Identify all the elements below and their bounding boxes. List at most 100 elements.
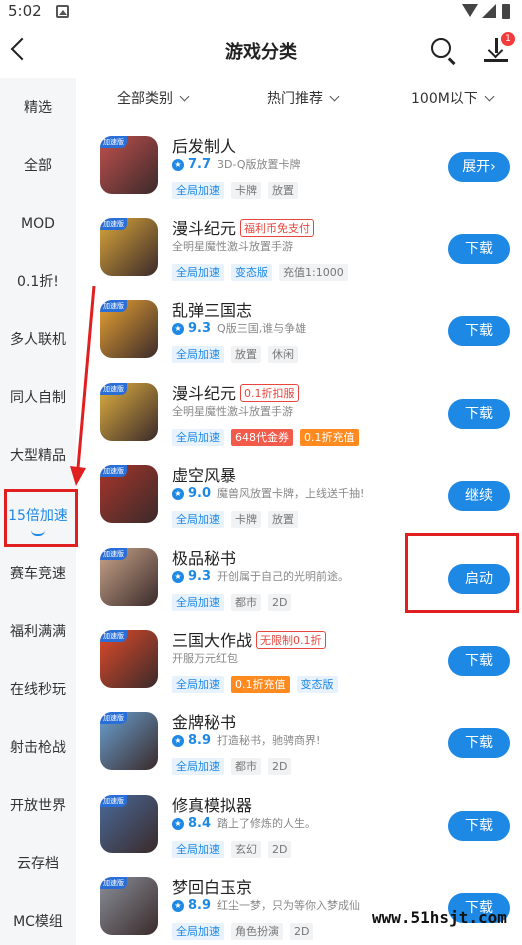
search-icon[interactable] — [431, 38, 451, 58]
game-tag: 全局加速 — [172, 676, 224, 693]
game-icon[interactable]: 加速版 — [100, 877, 158, 935]
sidebar-item[interactable]: 福利满满 — [0, 612, 76, 652]
game-tag: 放置 — [268, 182, 298, 199]
game-description: 开服万元红包 — [172, 652, 238, 665]
game-row[interactable]: 加速版 三国大作战 无限制0.1折 开服万元红包 全局加速 0.1折充值 变态版 下载 — [76, 630, 522, 712]
sidebar-item[interactable]: 在线秒玩 — [0, 670, 76, 710]
game-action-button[interactable]: 下载 — [448, 234, 510, 264]
star-icon: ★ — [172, 323, 184, 335]
game-action-button[interactable]: 下载 — [448, 728, 510, 758]
game-tag: 0.1折充值 — [231, 676, 290, 693]
game-tag: 全局加速 — [172, 346, 224, 363]
game-meta: ★ 7.7 3D-Q版放置卡牌 — [172, 156, 301, 172]
game-tag: 卡牌 — [231, 182, 261, 199]
game-row[interactable]: 加速版 极品秘书 ★ 9.3 开创属于自己的光明前途。 全局加速 都市 2D 启动 — [76, 548, 522, 630]
sidebar-item[interactable]: MOD — [0, 204, 76, 244]
game-action-button[interactable]: 下载 — [448, 811, 510, 841]
speed-version-label: 加速版 — [100, 465, 127, 477]
star-icon: ★ — [172, 818, 184, 830]
game-tag: 充值1:1000 — [279, 264, 348, 281]
game-name: 极品秘书 — [172, 549, 237, 568]
game-icon[interactable]: 加速版 — [100, 465, 158, 523]
sidebar-item[interactable]: MC模组 — [0, 902, 76, 942]
sidebar-item[interactable]: 全部 — [0, 146, 76, 186]
game-row[interactable]: 加速版 修真模拟器 ★ 8.4 踏上了修炼的人生。全局加速 玄幻 2D 下载 — [76, 795, 522, 877]
sidebar-item[interactable]: 赛车竞速 — [0, 554, 76, 594]
game-tag: 全局加速 — [172, 429, 224, 446]
sidebar-item[interactable]: 多人联机 — [0, 320, 76, 360]
star-icon: ★ — [172, 159, 184, 171]
sidebar-item[interactable]: 射击枪战 — [0, 728, 76, 768]
sidebar-item[interactable]: 开放世界 — [0, 786, 76, 826]
game-tag: 全局加速 — [172, 182, 224, 199]
status-time: 5:02 — [8, 2, 42, 20]
speed-version-label: 加速版 — [100, 218, 127, 230]
game-name: 金牌秘书 — [172, 713, 237, 732]
game-description: 打造秘书，驰骋商界! — [217, 734, 321, 747]
game-tag: 角色扮演 — [231, 923, 283, 940]
speed-version-label: 加速版 — [100, 630, 127, 642]
sidebar-item-label: MOD — [21, 216, 55, 232]
game-tag: 卡牌 — [231, 511, 261, 528]
game-tags: 全局加速 玄幻 2D — [172, 838, 298, 858]
filter-sort[interactable]: 热门推荐 — [267, 88, 340, 108]
star-icon: ★ — [172, 735, 184, 747]
game-meta: ★ 9.3 Q版三国,谁与争雄 — [172, 320, 306, 336]
game-name: 乱弹三国志 — [172, 301, 253, 320]
game-icon[interactable]: 加速版 — [100, 383, 158, 441]
game-meta: ★ 8.9 红尘一梦，只为等你入梦成仙 — [172, 897, 360, 913]
sidebar-item-label: 赛车竞速 — [10, 566, 66, 582]
star-icon: ★ — [172, 571, 184, 583]
sidebar-item-label: 多人联机 — [10, 332, 66, 348]
sidebar-item-label: 在线秒玩 — [10, 682, 66, 698]
game-icon[interactable]: 加速版 — [100, 630, 158, 688]
sidebar-item[interactable]: 同人自制 — [0, 378, 76, 418]
sidebar-item[interactable]: 云存档 — [0, 844, 76, 884]
sidebar-item[interactable]: 大型精品 — [0, 436, 76, 476]
game-row[interactable]: 加速版 漫斗纪元 0.1折扣服 全明星魔性激斗放置手游 全局加速 648代金券 0.1折充值… — [76, 383, 522, 465]
game-meta: ★ 9.3 开创属于自己的光明前途。 — [172, 568, 349, 584]
game-rating: 7.7 — [188, 157, 212, 172]
game-action-button[interactable]: 启动 — [448, 564, 510, 594]
game-icon[interactable]: 加速版 — [100, 795, 158, 853]
game-rating: 9.3 — [188, 321, 212, 336]
chevron-down-icon — [484, 91, 495, 102]
filter-category[interactable]: 全部类别 — [117, 88, 190, 108]
game-tags: 全局加速 都市 2D — [172, 591, 298, 611]
game-action-button[interactable]: 下载 — [448, 399, 510, 429]
game-description: 踏上了修炼的人生。 — [217, 817, 317, 830]
game-action-button[interactable]: 下载 — [448, 646, 510, 676]
game-action-button[interactable]: 展开› — [448, 152, 510, 182]
game-row[interactable]: 加速版 后发制人 ★ 7.7 3D-Q版放置卡牌 全局加速 卡牌 放置 展开› — [76, 136, 522, 218]
game-action-button[interactable]: 下载 — [448, 316, 510, 346]
game-description: 魔兽风放置卡牌，上线送千抽! — [217, 487, 365, 500]
sidebar-item-label: 0.1折! — [17, 274, 59, 290]
filter-size[interactable]: 100M以下 — [411, 88, 495, 108]
game-row[interactable]: 加速版 金牌秘书 ★ 8.9 打造秘书，驰骋商界! 全局加速 都市 2D 下载 — [76, 712, 522, 794]
game-tag: 全局加速 — [172, 511, 224, 528]
game-tags: 全局加速 角色扮演 2D — [172, 920, 320, 940]
sidebar-item[interactable]: 15倍加速 — [0, 496, 76, 536]
game-meta: ★ 9.0 魔兽风放置卡牌，上线送千抽! — [172, 485, 364, 501]
game-icon[interactable]: 加速版 — [100, 712, 158, 770]
game-row[interactable]: 加速版 虚空风暴 ★ 9.0 魔兽风放置卡牌，上线送千抽! 全局加速 卡牌 放置 继续 — [76, 465, 522, 547]
game-name: 修真模拟器 — [172, 796, 253, 815]
speed-version-label: 加速版 — [100, 712, 127, 724]
game-rating: 8.9 — [188, 733, 212, 748]
game-tag: 放置 — [231, 346, 261, 363]
game-icon[interactable]: 加速版 — [100, 548, 158, 606]
game-rating: 9.3 — [188, 569, 212, 584]
game-row[interactable]: 加速版 漫斗纪元 福利币免支付 全明星魔性激斗放置手游 全局加速 变态版 充值1:1000 下… — [76, 218, 522, 300]
sidebar-item[interactable]: 精选 — [0, 88, 76, 128]
game-meta: ★ 8.9 打造秘书，驰骋商界! — [172, 732, 320, 748]
game-row[interactable]: 加速版 乱弹三国志 ★ 9.3 Q版三国,谁与争雄 全局加速 放置 休闲 下载 — [76, 300, 522, 382]
speed-version-label: 加速版 — [100, 300, 127, 312]
game-icon[interactable]: 加速版 — [100, 300, 158, 358]
game-name: 后发制人 — [172, 137, 237, 156]
game-icon[interactable]: 加速版 — [100, 218, 158, 276]
speed-version-label: 加速版 — [100, 877, 127, 889]
game-icon[interactable]: 加速版 — [100, 136, 158, 194]
game-action-button[interactable]: 继续 — [448, 481, 510, 511]
game-rating: 8.4 — [188, 816, 212, 831]
sidebar-item[interactable]: 0.1折! — [0, 262, 76, 302]
